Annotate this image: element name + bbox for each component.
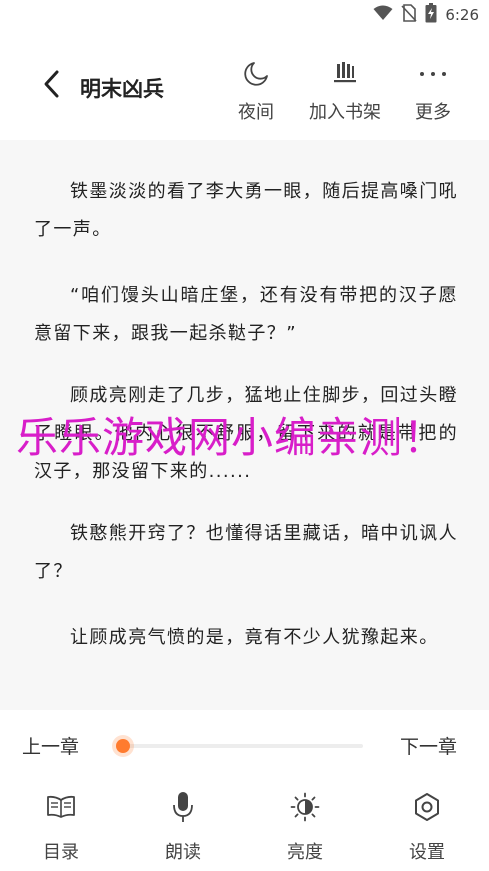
more-label: 更多: [415, 102, 451, 123]
status-icons: 6:26: [373, 3, 479, 27]
back-button[interactable]: [36, 68, 66, 104]
chapter-progress-slider[interactable]: [116, 739, 363, 753]
add-to-shelf-label: 加入书架: [309, 102, 381, 123]
wifi-icon: [373, 5, 393, 25]
bookshelf-icon: [332, 56, 358, 92]
no-sim-icon: [401, 4, 417, 26]
toolbar-read-aloud[interactable]: 朗读: [143, 790, 223, 864]
watermark-text: 乐乐游戏网小编亲测！: [16, 413, 447, 462]
toolbar-read-aloud-label: 朗读: [165, 842, 201, 863]
microphone-icon: [172, 790, 194, 824]
status-time: 6:26: [445, 6, 479, 24]
prev-chapter-button[interactable]: 上一章: [22, 732, 79, 759]
night-mode-button[interactable]: 夜间: [238, 56, 274, 124]
moon-icon: [242, 56, 270, 92]
toolbar-settings[interactable]: 设置: [387, 790, 467, 864]
toolbar-brightness[interactable]: 亮度: [265, 790, 345, 864]
add-to-shelf-button[interactable]: 加入书架: [309, 56, 381, 124]
chevron-left-icon: [42, 69, 60, 103]
toolbar-settings-label: 设置: [409, 842, 445, 863]
next-chapter-button[interactable]: 下一章: [400, 732, 457, 759]
reader-header: 明末凶兵 夜间 加入书架 更多: [0, 30, 489, 140]
paragraph: 铁憨熊开窍了？也懂得话里藏话，暗中讥讽人了？: [34, 523, 458, 582]
progress-thumb[interactable]: [116, 739, 130, 753]
more-dots-icon: [419, 56, 447, 92]
paragraph: “咱们馒头山暗庄堡，还有没有带把的汉子愿意留下来，跟我一起杀鞑子？”: [34, 285, 458, 344]
paragraph: 铁墨淡淡的看了李大勇一眼，随后提高嗓门吼了一声。: [34, 181, 458, 240]
toolbar-brightness-label: 亮度: [287, 842, 323, 863]
brightness-icon: [290, 790, 320, 824]
toolbar-catalog-label: 目录: [43, 842, 79, 863]
settings-hexagon-icon: [413, 790, 441, 824]
book-catalog-icon: [46, 790, 76, 824]
book-title: 明末凶兵: [80, 77, 164, 101]
night-mode-label: 夜间: [238, 102, 274, 123]
more-button[interactable]: 更多: [415, 56, 451, 124]
chapter-nav: 上一章 下一章: [0, 730, 489, 760]
reader-bottom-panel: 上一章 下一章 目录 朗读 亮度 设置: [0, 710, 489, 871]
toolbar-catalog[interactable]: 目录: [21, 790, 101, 864]
battery-charging-icon: [425, 3, 437, 27]
paragraph: 让顾成亮气愤的是，竟有不少人犹豫起来。: [70, 627, 439, 648]
status-bar: 6:26: [0, 0, 489, 30]
